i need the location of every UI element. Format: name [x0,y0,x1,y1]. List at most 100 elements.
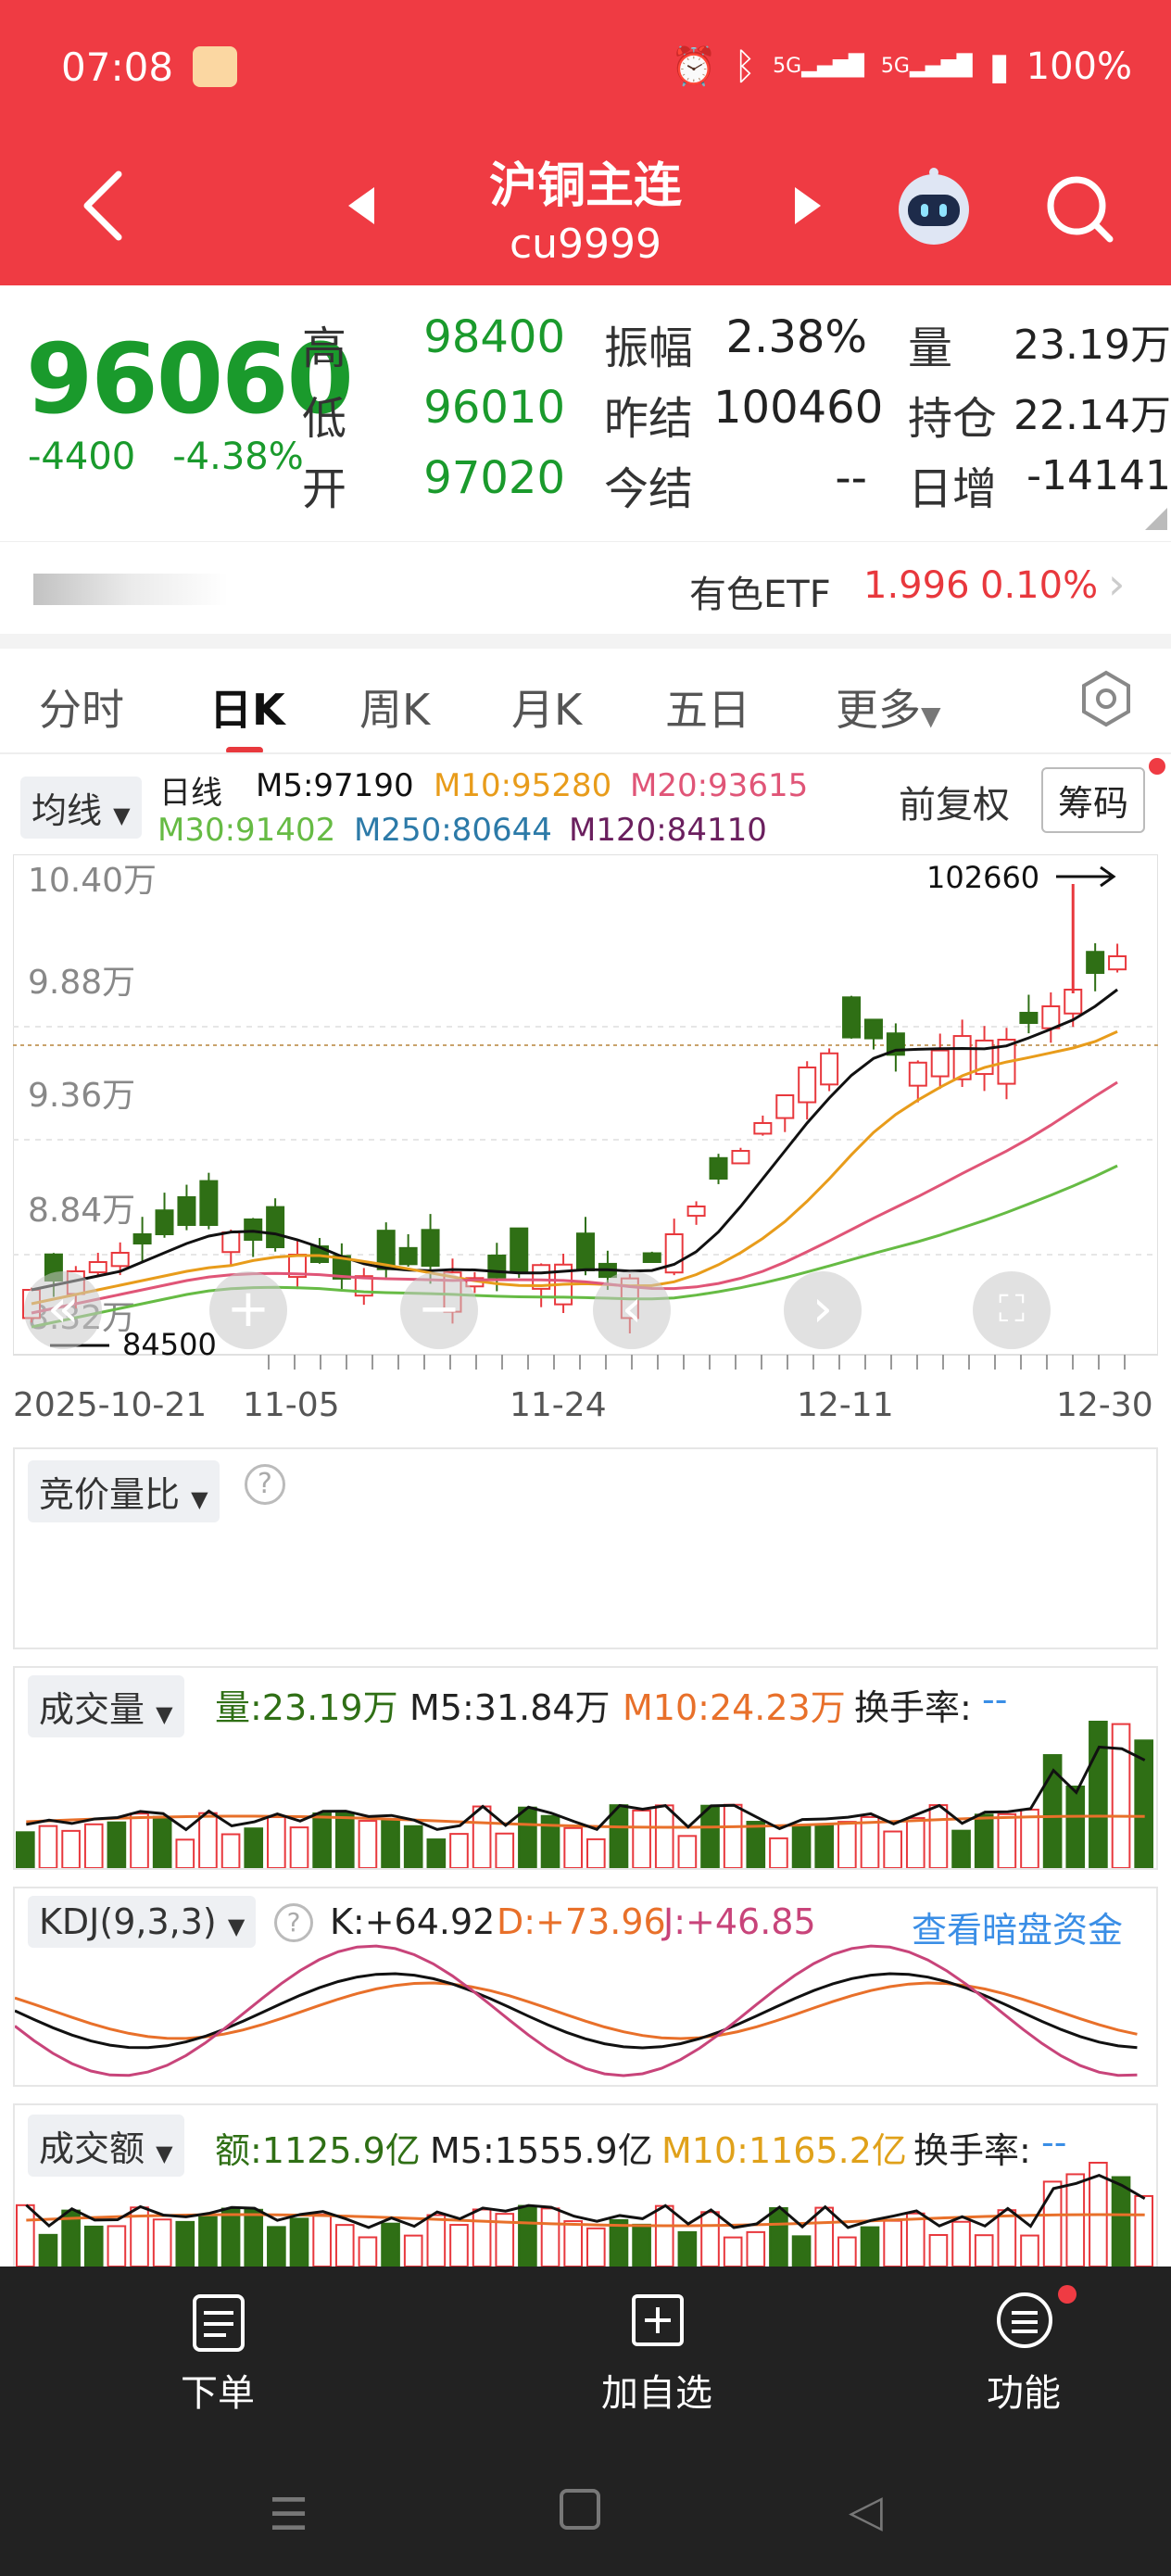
kline-x-tick-label: 12-11 [797,1386,894,1424]
ma-selector[interactable]: 均线 ▼ [20,777,142,839]
app-notification-icon [193,46,237,87]
section-divider [0,634,1171,649]
volume-bar [723,1803,743,1868]
volume-bar [244,1827,264,1868]
auction-label: 竞价量比 [39,1474,181,1515]
amount-bar [928,2233,949,2267]
nav-home-icon[interactable] [560,2489,600,2530]
candle-body [863,1018,883,1040]
amount-bar [267,2226,286,2267]
candle-body [731,1150,750,1165]
amount-bar [1134,2194,1153,2267]
amount-bar [518,2204,537,2267]
amount-bar [381,2222,400,2267]
high-label: 高 [302,322,347,374]
daily-increase-value: -14141 [1026,452,1171,499]
alarm-icon: ⏰ [671,45,718,88]
kline-max-label: 102660 [926,860,1039,895]
tab-weekly-k[interactable]: 周K [359,676,430,738]
app-header: 07:08 ⏰ ᛒ 5G▂▄▆█ 5G▂▄▆█ ▮ 100% 沪铜主连 cu99… [0,0,1171,285]
search-icon[interactable] [1043,172,1117,246]
contract-code: cu9999 [509,221,662,268]
daily-increase-label: 日增 [908,463,998,515]
volume-bar [472,1805,492,1868]
candle-body [686,1206,706,1218]
help-icon[interactable]: ? [245,1464,285,1505]
tab-more[interactable]: 更多▼ [836,676,941,738]
amount-bar [1065,2173,1086,2267]
amount-bar [107,2225,127,2267]
amount-bar [334,2224,355,2267]
amount-bar [700,2211,720,2267]
tab-daily-k[interactable]: 日K [209,676,285,738]
kline-x-tick-label: 12-30 [1056,1386,1153,1424]
price-change-pct: -4.38% [172,436,304,478]
volume-chart [16,1721,1153,1868]
notification-dot [1149,758,1165,775]
kdj-chart [15,1944,1138,2077]
candle-body [88,1261,107,1274]
order-icon [193,2294,245,2352]
amount-bar [403,2234,423,2267]
fullscreen-icon[interactable]: ⛶ [973,1271,1051,1349]
ma30-line [31,1164,1118,1329]
add-watchlist-button[interactable]: 加自选 [587,2285,726,2424]
low-value: 96010 [423,382,565,434]
nav-recent-icon[interactable]: ☰ [269,2489,308,2541]
volume-bar [928,1804,949,1868]
nav-back-icon[interactable]: ◁ [849,2485,883,2537]
battery-icon: ▮ [988,44,1010,88]
bottom-toolbar: 下单 加自选 功能 ☰ ◁ [0,2267,1171,2576]
candle-body [487,1254,507,1279]
robot-assistant-icon[interactable] [891,163,976,248]
amount-bar [220,2207,241,2267]
amount-bar [746,2230,766,2267]
amount-bar [449,2224,469,2267]
functions-notification-dot [1058,2285,1077,2304]
volume-bar [518,1806,537,1868]
candle-body [132,1232,152,1244]
volume-bar [632,1809,651,1868]
next-contract-icon[interactable] [793,185,823,226]
zoom-in-icon[interactable]: + [209,1271,287,1349]
candle-body [1019,1011,1039,1024]
settings-hexagon-icon[interactable] [1077,669,1136,728]
add-watchlist-icon [632,2294,684,2346]
ma250-label: M250:80644 [354,812,552,849]
zoom-out-icon[interactable]: − [400,1271,478,1349]
caret-down-icon: ▼ [227,1913,246,1939]
volume-bar [654,1804,674,1868]
auction-selector[interactable]: 竞价量比 ▼ [28,1460,220,1522]
scroll-far-left-icon[interactable]: « [24,1271,102,1349]
open-value: 97020 [423,452,565,504]
scroll-left-icon[interactable]: ‹ [593,1271,671,1349]
amount-bar [814,2206,835,2267]
tab-five-day[interactable]: 五日 [665,676,750,738]
order-label: 下单 [181,2372,255,2415]
volume-bar [220,1833,241,1868]
tab-intraday[interactable]: 分时 [39,676,124,738]
kline-min-label: 84500 [122,1327,217,1362]
corner-expand-icon [1145,508,1167,530]
amount-bar [654,2204,674,2267]
scroll-right-icon[interactable]: › [784,1271,862,1349]
amount-bar [426,2214,447,2267]
amount-bar [860,2226,880,2267]
functions-button[interactable]: 功能 [954,2285,1093,2424]
ma20-label: M20:93615 [630,767,809,804]
candle-body [576,1232,595,1271]
tab-monthly-k[interactable]: 月K [511,676,582,738]
volume-bar [267,1816,286,1868]
chips-button[interactable]: 筹码 [1041,767,1146,833]
etf-bar[interactable]: 有色ETF 1.996 0.10% › [0,541,1171,634]
kline-chart[interactable]: 10.40万9.88万9.36万8.84万8.32万10266084500202… [13,854,1158,1429]
volume-bar [198,1812,218,1868]
kline-y-tick-label: 9.88万 [28,964,135,1002]
order-button[interactable]: 下单 [148,2285,287,2424]
caret-down-icon: ▼ [113,802,131,828]
adjust-mode[interactable]: 前复权 [899,775,1010,828]
volume-bar [403,1825,423,1868]
chevron-right-icon: › [1108,559,1126,609]
candle-body [842,996,862,1039]
ma30-label: M30:91402 [157,812,336,849]
